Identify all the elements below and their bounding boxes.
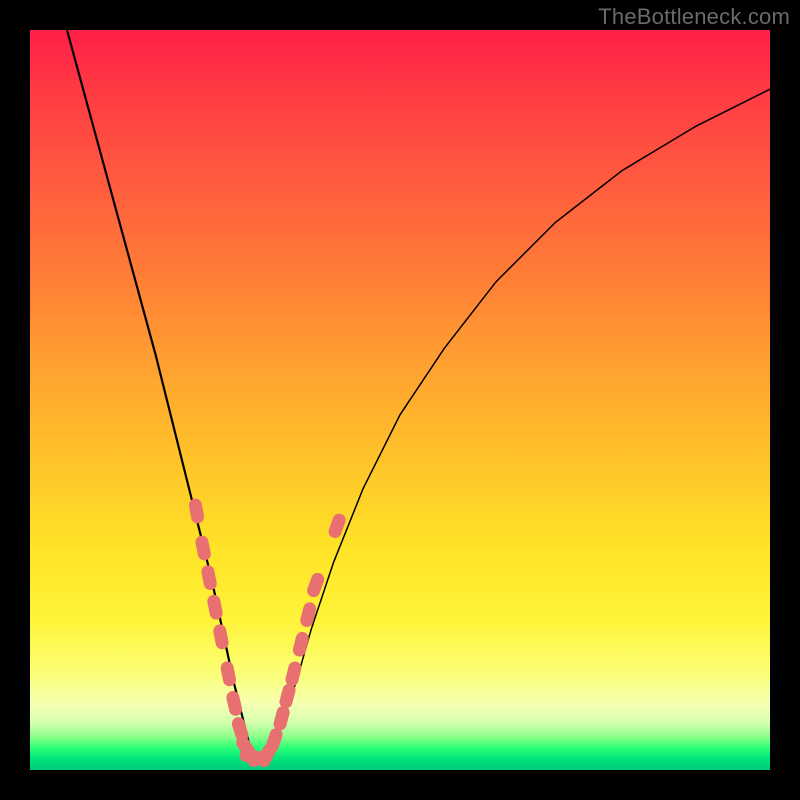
chart-stage: TheBottleneck.com: [0, 0, 800, 800]
bottleneck-curve-left: [67, 30, 267, 755]
highlight-dot: [220, 631, 222, 643]
highlight-dot: [272, 735, 276, 746]
highlight-dot: [208, 572, 210, 584]
highlight-dot: [233, 698, 236, 710]
highlight-dot: [335, 520, 339, 531]
highlight-dot: [286, 690, 289, 702]
highlight-dot: [299, 638, 302, 650]
highlight-dot: [238, 724, 242, 735]
watermark-text: TheBottleneck.com: [598, 4, 790, 30]
highlight-dot: [227, 668, 229, 680]
highlight-dot: [195, 505, 197, 517]
highlight-dot: [314, 579, 318, 590]
highlight-dot: [292, 668, 295, 680]
highlight-dot: [214, 601, 216, 613]
bottleneck-curve-right: [252, 89, 770, 755]
highlight-dot: [202, 542, 204, 554]
plot-svg: [30, 30, 770, 770]
highlight-dot: [280, 712, 283, 724]
highlight-dot: [307, 609, 310, 621]
plot-area: [30, 30, 770, 770]
